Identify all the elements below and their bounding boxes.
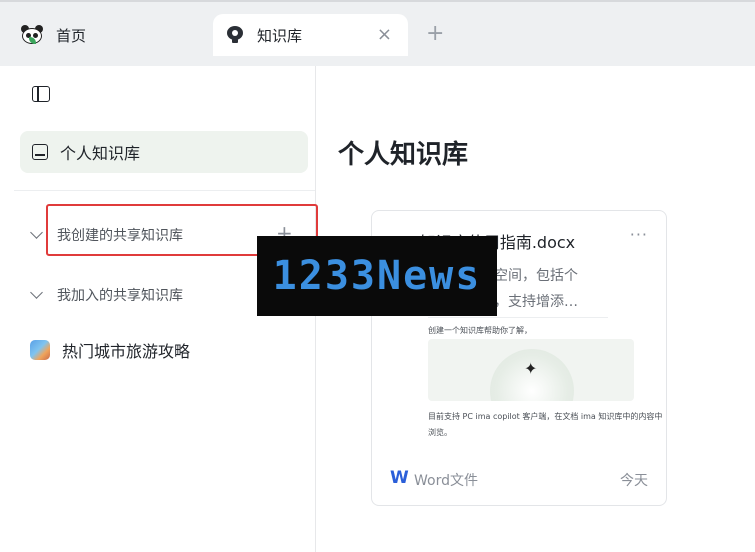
document-preview-small: 目前支持 PC ima copilot 客户端，在文档 ima 知识库中的内容中 [428, 412, 663, 421]
sidebar-toggle-icon[interactable] [32, 86, 50, 102]
new-tab-button[interactable]: + [426, 22, 444, 46]
tab-bar: 首页 知识库 × + [0, 0, 755, 66]
watermark-text: 1233News [272, 253, 482, 299]
sidebar-item-personal-kb[interactable]: 个人知识库 [20, 131, 308, 173]
document-preview-small: 浏览。 [428, 428, 452, 437]
sparkle-icon: ✦ [524, 359, 538, 378]
sidebar-item-label: 个人知识库 [60, 144, 141, 163]
bulb-icon [227, 26, 243, 44]
tab-knowledge-base[interactable]: 知识库 × [213, 14, 408, 56]
chevron-down-icon [30, 286, 43, 299]
document-preview-image: ✦ [428, 339, 634, 401]
sidebar-group-joined[interactable]: 我加入的共享知识库 [30, 280, 183, 310]
document-preview-small: 创建一个知识库帮助你了解， [428, 326, 532, 335]
sidebar-group-created[interactable]: 我创建的共享知识库 [30, 220, 183, 250]
page-title: 个人知识库 [338, 140, 469, 170]
more-icon[interactable]: ··· [630, 225, 648, 244]
knowledge-box-icon [32, 144, 48, 160]
document-date: 今天 [620, 473, 648, 489]
city-thumbnail-icon [30, 340, 50, 360]
group-label: 我创建的共享知识库 [57, 228, 183, 244]
divider [14, 190, 315, 191]
panda-logo-icon [20, 25, 44, 45]
tab-knowledge-label: 知识库 [257, 26, 303, 45]
sidebar-item-city-travel[interactable]: 热门城市旅游攻略 [30, 336, 190, 364]
chevron-down-icon [30, 226, 43, 239]
word-icon: W [390, 468, 409, 488]
watermark: 1233News [257, 236, 497, 316]
tab-home[interactable]: 首页 [20, 14, 120, 56]
group-label: 我加入的共享知识库 [57, 288, 183, 304]
close-icon[interactable]: × [377, 24, 392, 45]
file-type-label: Word文件 [414, 473, 478, 489]
tab-home-label: 首页 [56, 26, 87, 45]
sidebar-item-label: 热门城市旅游攻略 [62, 342, 191, 361]
divider [428, 317, 608, 318]
